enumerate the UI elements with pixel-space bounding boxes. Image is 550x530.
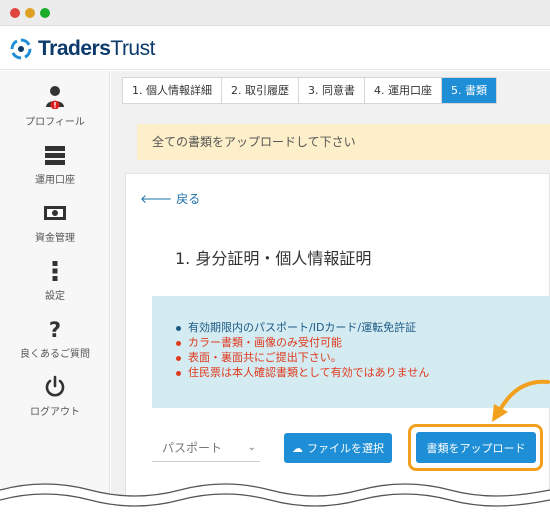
sidebar-item-label: 設定 — [45, 291, 65, 302]
tab-agreement[interactable]: 3. 同意書 — [299, 78, 365, 103]
close-window-button[interactable] — [10, 8, 20, 18]
sidebar-item-label: ログアウト — [30, 407, 80, 418]
maximize-window-button[interactable] — [40, 8, 50, 18]
question-icon: ? — [49, 318, 61, 341]
back-label: 戻る — [176, 192, 201, 206]
site-header: TradersTrust — [0, 26, 550, 70]
sidebar-item-label: プロフィール — [25, 117, 85, 128]
arrow-left-icon: 🡐 — [140, 192, 173, 206]
vertical-dots-icon — [52, 261, 58, 281]
list-item: 住民票は本人確認書類として有効ではありません — [176, 365, 429, 380]
sidebar-item-label: 運用口座 — [35, 175, 75, 186]
torn-edge-decoration — [0, 483, 550, 530]
brand-logo[interactable]: TradersTrust — [8, 36, 155, 62]
chevron-down-icon: ⌄ — [247, 442, 256, 453]
step-tabs: 1. 個人情報詳細 2. 取引履歴 3. 同意書 4. 運用口座 5. 書類 — [122, 77, 497, 104]
list-item: カラー書類・画像のみ受付可能 — [176, 335, 429, 350]
sidebar-item-label: 良くあるご質問 — [20, 349, 90, 360]
back-link[interactable]: 🡐 戻る — [140, 190, 200, 207]
section-title: 1. 身分証明・個人情報証明 — [175, 249, 372, 268]
sidebar-item-funds[interactable]: 資金管理 — [0, 195, 110, 251]
sidebar-item-settings[interactable]: 設定 — [0, 253, 110, 309]
server-icon — [45, 146, 65, 165]
sidebar-item-logout[interactable]: ログアウト — [0, 369, 110, 425]
requirements-list: 有効期限内のパスポート/IDカード/運転免許証 カラー書類・画像のみ受付可能 表… — [176, 320, 429, 380]
document-type-value: パスポート — [162, 441, 223, 455]
cloud-upload-icon: ☁ — [292, 441, 303, 455]
money-icon — [44, 206, 66, 220]
power-icon — [45, 375, 65, 397]
list-item: 有効期限内のパスポート/IDカード/運転免許証 — [176, 320, 429, 335]
sidebar-item-accounts[interactable]: 運用口座 — [0, 137, 110, 193]
logo-icon — [10, 38, 32, 60]
tab-trading-account[interactable]: 4. 運用口座 — [365, 78, 442, 103]
sidebar: プロフィール 運用口座 資金管理 設定 ? 良くあるご質問 ログアウト — [0, 71, 110, 530]
sidebar-item-faq[interactable]: ? 良くあるご質問 — [0, 311, 110, 367]
sidebar-item-profile[interactable]: プロフィール — [0, 79, 110, 135]
tab-personal-details[interactable]: 1. 個人情報詳細 — [123, 78, 222, 103]
tab-documents[interactable]: 5. 書類 — [442, 78, 496, 103]
upload-documents-button[interactable]: 書類をアップロード — [416, 432, 536, 463]
choose-file-label: ファイルを選択 — [307, 442, 384, 455]
minimize-window-button[interactable] — [25, 8, 35, 18]
upload-notice: 全ての書類をアップロードして下さい — [137, 124, 550, 160]
user-icon — [46, 86, 64, 109]
svg-text:?: ? — [49, 318, 61, 341]
window-titlebar — [0, 0, 550, 26]
list-item: 表面・裏面共にご提出下さい。 — [176, 350, 429, 365]
choose-file-button[interactable]: ☁ ファイルを選択 — [284, 433, 392, 463]
brand-name: TradersTrust — [38, 37, 155, 60]
pointer-arrow-icon — [492, 379, 550, 422]
document-type-select[interactable]: パスポート ⌄ — [152, 434, 260, 462]
tab-trading-history[interactable]: 2. 取引履歴 — [222, 78, 299, 103]
sidebar-item-label: 資金管理 — [35, 233, 75, 244]
